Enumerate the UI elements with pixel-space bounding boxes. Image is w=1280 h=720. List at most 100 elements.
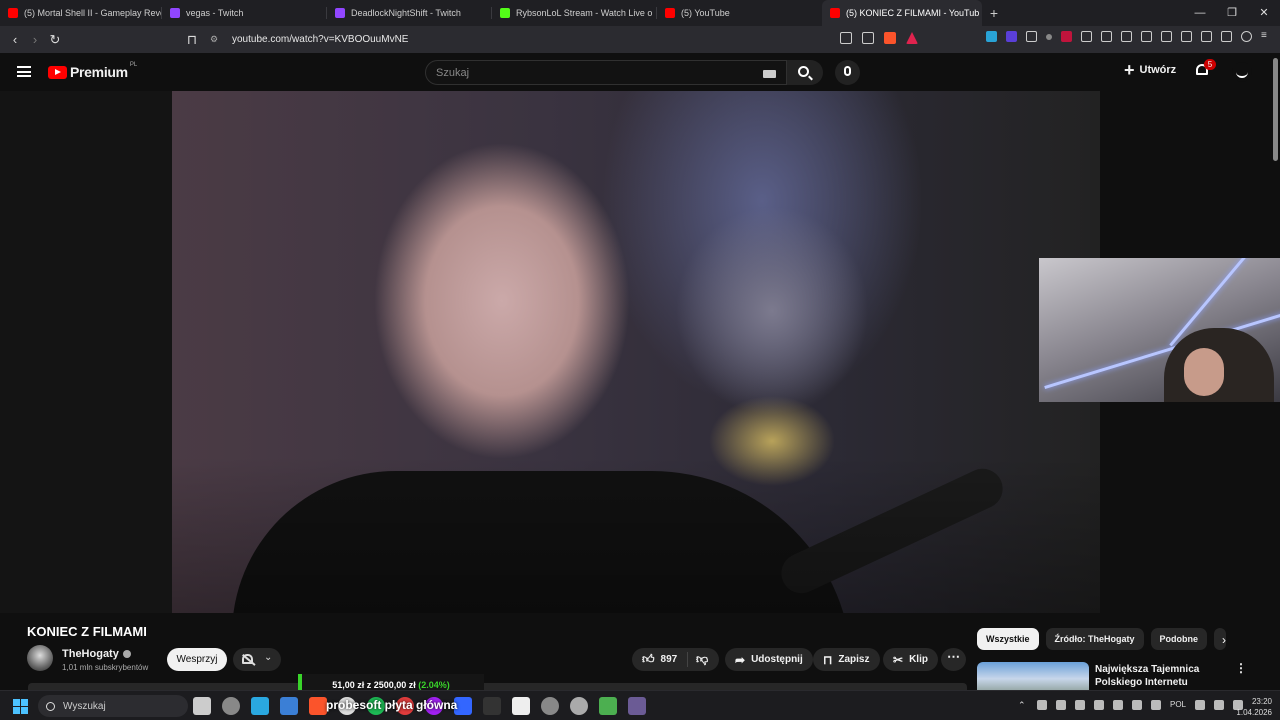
minimize-icon[interactable]: —: [1184, 0, 1216, 26]
browser-tab[interactable]: DeadlockNightShift - Twitch: [327, 0, 492, 26]
tray-icon[interactable]: [1132, 700, 1142, 710]
steam-icon[interactable]: [1075, 700, 1085, 710]
menu-icon[interactable]: ≡: [1261, 31, 1272, 42]
new-tab-button[interactable]: +: [982, 5, 1006, 21]
discord-icon[interactable]: [1037, 700, 1047, 710]
wallet-icon[interactable]: [1181, 31, 1192, 42]
browser-tab[interactable]: (5) YouTube: [657, 0, 822, 26]
tray-icon[interactable]: [1056, 700, 1066, 710]
app-icon[interactable]: [512, 697, 530, 715]
chip-all[interactable]: Wszystkie: [977, 628, 1039, 650]
subscribed-button[interactable]: ⌄: [233, 648, 281, 671]
save-button[interactable]: ⊓ Zapisz: [813, 648, 880, 671]
tray-icon[interactable]: [1094, 700, 1104, 710]
extension-icon[interactable]: [1081, 31, 1092, 42]
forward-icon[interactable]: ›: [25, 32, 45, 47]
dislike-button[interactable]: 👎︎: [688, 652, 708, 667]
video-title: KONIEC Z FILMAMI: [27, 624, 147, 639]
network-icon[interactable]: [1214, 700, 1225, 710]
hamburger-menu-icon[interactable]: [17, 66, 31, 77]
like-dislike-group: 👍︎ 897 👎︎: [632, 648, 719, 671]
browser-tab[interactable]: vegas - Twitch: [162, 0, 327, 26]
extension-icon[interactable]: [1101, 31, 1112, 42]
app-icon[interactable]: [251, 697, 269, 715]
subscriber-count: 1,01 mln subskrybentów: [62, 663, 149, 672]
chevron-up-icon[interactable]: ⌃: [1018, 700, 1028, 710]
channel-avatar[interactable]: [27, 645, 53, 671]
chevron-right-icon[interactable]: ›: [1222, 633, 1226, 647]
youtube-premium-logo[interactable]: Premium PL: [48, 62, 137, 80]
browser-tab-active[interactable]: (5) KONIEC Z FILMAMI - YouTub ✕: [822, 0, 982, 26]
vpn-icon[interactable]: [1201, 31, 1212, 42]
extensions-puzzle-icon[interactable]: [1121, 31, 1132, 42]
media-icon[interactable]: [1141, 31, 1152, 42]
avatar[interactable]: [1232, 62, 1252, 82]
language-indicator[interactable]: POL: [1170, 700, 1186, 710]
search-input[interactable]: Szukaj: [425, 60, 787, 85]
search-button[interactable]: [787, 60, 823, 85]
notifications-button[interactable]: 5: [1196, 59, 1216, 78]
video-player[interactable]: [172, 91, 1100, 613]
extension-icon[interactable]: [1061, 31, 1072, 42]
like-button[interactable]: 👍︎ 897: [632, 652, 688, 667]
close-window-icon[interactable]: ✕: [1248, 0, 1280, 26]
channel-name[interactable]: TheHogaty: [62, 648, 131, 660]
tray-icon[interactable]: [1113, 700, 1123, 710]
verified-icon: [122, 650, 131, 658]
minecraft-icon[interactable]: [599, 697, 617, 715]
cast-icon[interactable]: [840, 32, 852, 44]
microphone-icon[interactable]: [1151, 700, 1161, 710]
taskbar-window-title[interactable]: probesoft płyta główna: [326, 698, 457, 712]
maximize-icon[interactable]: ❐: [1216, 0, 1248, 26]
share-icon[interactable]: [862, 32, 874, 44]
browser-tab[interactable]: RybsonLoL Stream - Watch Live o: [492, 0, 657, 26]
extension-icon[interactable]: [986, 31, 997, 42]
recommended-video-title[interactable]: Największa Tajemnica Polskiego Internetu: [1095, 663, 1215, 689]
brave-browser-icon[interactable]: [309, 697, 327, 715]
tab-title: vegas - Twitch: [186, 8, 244, 18]
system-clock[interactable]: 23:20 1.04.2026: [1234, 696, 1272, 718]
app-icon[interactable]: [280, 697, 298, 715]
clip-button[interactable]: ✂ Klip: [883, 648, 938, 671]
chip-related[interactable]: Podobne: [1150, 628, 1208, 650]
leo-ai-icon[interactable]: [1221, 31, 1232, 42]
site-settings-icon[interactable]: ⚙: [210, 34, 222, 45]
shield-icon[interactable]: [1241, 31, 1252, 42]
close-tab-icon[interactable]: ✕: [979, 7, 982, 20]
app-icon[interactable]: [222, 697, 240, 715]
settings-icon[interactable]: [570, 697, 588, 715]
app-icon[interactable]: [541, 697, 559, 715]
browser-tab[interactable]: (5) Mortal Shell II - Gameplay Reveal: [0, 0, 162, 26]
chip-from-channel[interactable]: Źródło: TheHogaty: [1045, 628, 1144, 650]
more-actions-button[interactable]: ⋯: [941, 648, 966, 671]
app-icon[interactable]: [628, 697, 646, 715]
windows-start-icon[interactable]: [13, 699, 28, 714]
back-icon[interactable]: ‹: [5, 32, 25, 47]
bookmark-icon[interactable]: ⊓: [182, 32, 202, 48]
keyboard-icon[interactable]: [763, 70, 776, 78]
brave-shields-icon[interactable]: [884, 32, 896, 44]
taskbar-search[interactable]: Wyszukaj: [38, 695, 188, 717]
reload-icon[interactable]: ↻: [45, 32, 65, 48]
webcam-overlay: [1039, 258, 1280, 402]
create-button[interactable]: + Utwórz: [1124, 61, 1176, 79]
extension-icon[interactable]: [1006, 31, 1017, 42]
twitch-icon: [335, 8, 345, 18]
url-field[interactable]: ⚙ youtube.com/watch?v=KVBOOuuMvNE: [210, 31, 408, 48]
task-view-icon[interactable]: [193, 697, 211, 715]
extension-icon[interactable]: [1046, 34, 1052, 40]
brave-rewards-icon[interactable]: [906, 32, 918, 44]
voice-search-button[interactable]: [835, 60, 860, 85]
extension-icon[interactable]: [1026, 31, 1037, 42]
recommended-more-icon[interactable]: ⋮: [1235, 661, 1247, 675]
display-icon[interactable]: [1195, 700, 1206, 710]
join-button[interactable]: Wesprzyj: [167, 648, 227, 671]
sidebar-icon[interactable]: [1161, 31, 1172, 42]
recommended-video-thumbnail[interactable]: [977, 662, 1089, 690]
youtube-icon: [665, 8, 675, 18]
share-icon: ➦: [735, 652, 746, 667]
page-scrollbar[interactable]: [1273, 58, 1278, 161]
search-icon: [46, 701, 55, 711]
app-icon[interactable]: [483, 697, 501, 715]
share-button[interactable]: ➦ Udostępnij: [725, 648, 813, 671]
